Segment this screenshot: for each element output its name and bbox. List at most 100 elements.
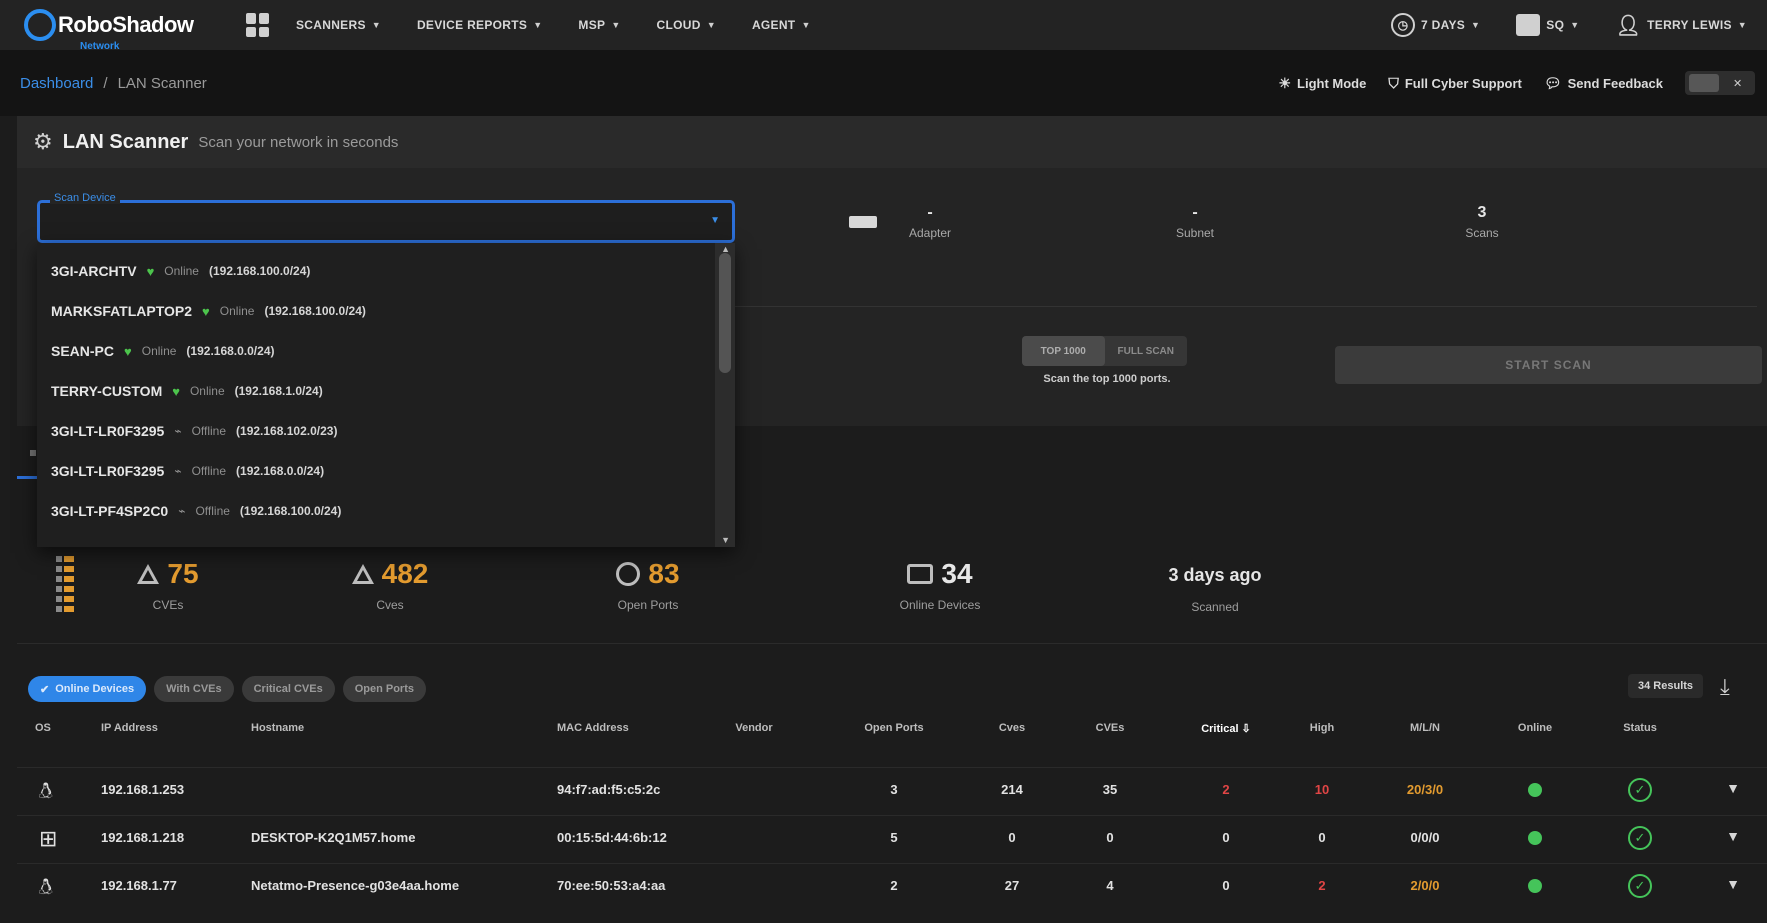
- kpi-label: Cves: [376, 598, 404, 612]
- scrollbar-thumb[interactable]: [719, 253, 731, 373]
- filter-online-devices[interactable]: ✔ Online Devices: [28, 676, 147, 702]
- collapse-handle[interactable]: [30, 450, 36, 456]
- top-navbar: RoboShadow Network SCANNERS ▼ DEVICE REPO…: [0, 0, 1767, 52]
- dropdown-option[interactable]: TERRY-CUSTOM ♥ Online (192.168.1.0/24): [51, 371, 323, 411]
- chevron-down-icon[interactable]: ▼: [1726, 828, 1740, 844]
- cell-critical: 0: [1222, 878, 1230, 893]
- cell-cves-count: 0: [1106, 830, 1114, 845]
- col-open-ports[interactable]: Open Ports: [864, 722, 923, 734]
- breadcrumb-dashboard-link[interactable]: Dashboard: [20, 75, 93, 92]
- days-selector[interactable]: ◷ 7 DAYS ▼: [1391, 13, 1480, 37]
- cell-cves-count: 35: [1102, 782, 1118, 797]
- cyber-support-label: Full Cyber Support: [1404, 75, 1522, 91]
- cell-mac: 94:f7:ad:f5:c5:2c: [557, 782, 661, 797]
- apps-grid-icon[interactable]: [246, 13, 270, 37]
- col-cves[interactable]: Cves: [999, 722, 1025, 734]
- col-ip[interactable]: IP Address: [101, 722, 158, 734]
- cell-mac: 00:15:5d:44:6b:12: [557, 830, 667, 845]
- nav-scanners[interactable]: SCANNERS ▼: [296, 18, 381, 32]
- col-mac[interactable]: MAC Address: [557, 722, 629, 734]
- nav-scanners-label: SCANNERS: [296, 18, 366, 32]
- col-hostname[interactable]: Hostname: [251, 722, 304, 734]
- robo-shadow-logo[interactable]: RoboShadow Network: [24, 9, 214, 52]
- toggle-knob: [1689, 74, 1719, 92]
- dropdown-scrollbar[interactable]: ▲ ▼: [715, 243, 735, 547]
- nav-msp[interactable]: MSP ▼: [578, 18, 620, 32]
- cell-mac: 70:ee:50:53:a4:aa: [557, 878, 666, 893]
- table-row[interactable]: ⊞ 192.168.1.218 DESKTOP-K2Q1M57.home 00:…: [17, 815, 1767, 861]
- scroll-down-icon[interactable]: ▼: [721, 535, 730, 545]
- kpi-online-devices: 34 Online Devices: [870, 558, 1010, 612]
- cell-mln: 2/0/0: [1410, 878, 1440, 893]
- option-name: 3GI-LT-PF4SP2C0: [51, 503, 169, 519]
- kpi-value: 83: [648, 558, 680, 589]
- dropdown-option[interactable]: 3GI-ARCHTV ♥ Online (192.168.100.0/24): [51, 251, 310, 291]
- mode-full-scan[interactable]: FULL SCAN: [1105, 336, 1188, 366]
- online-dot: [1528, 831, 1542, 845]
- online-dot: [1528, 879, 1542, 893]
- kpi-label: Online Devices: [899, 598, 981, 612]
- col-cves-count[interactable]: CVEs: [1096, 722, 1125, 734]
- filter-critical-cves[interactable]: Critical CVEs: [241, 676, 335, 702]
- col-online[interactable]: Online: [1518, 722, 1552, 734]
- nav-device-reports[interactable]: DEVICE REPORTS ▼: [417, 18, 542, 32]
- dropdown-option[interactable]: 3GI-LT-PF4SP2C0 ⌁ Offline (192.168.100.0…: [51, 491, 341, 531]
- download-icon[interactable]: ⤓: [1720, 674, 1730, 700]
- option-ip: (192.168.100.0/24): [264, 304, 366, 318]
- option-name: 3GI-LT-LR0F3295: [51, 463, 165, 479]
- severity-mini-chart: [56, 552, 80, 618]
- cell-mln: 0/0/0: [1410, 830, 1440, 845]
- dropdown-option[interactable]: MARKSFATLAPTOP2 ♥ Online (192.168.100.0/…: [51, 291, 366, 331]
- cell-high: 2: [1318, 878, 1326, 893]
- option-ip: (192.168.102.0/23): [236, 424, 338, 438]
- cell-ip: 192.168.1.253: [101, 782, 185, 797]
- heart-icon: ♥: [172, 383, 180, 399]
- filter-label: Open Ports: [354, 683, 414, 695]
- filter-open-ports[interactable]: Open Ports: [342, 676, 426, 702]
- status-check-icon: ✓: [1628, 778, 1652, 802]
- option-status: Online: [141, 344, 177, 358]
- scans-label: Scans: [1465, 226, 1499, 240]
- col-os[interactable]: OS: [35, 722, 51, 734]
- table-header: OS IP Address Hostname MAC Address Vendo…: [17, 718, 1767, 742]
- chevron-down-icon[interactable]: ▼: [1726, 876, 1740, 892]
- mode-top-1000[interactable]: TOP 1000: [1022, 336, 1105, 366]
- org-selector[interactable]: SQ ▼: [1516, 14, 1579, 36]
- start-scan-button[interactable]: START SCAN: [1335, 346, 1762, 384]
- clock-icon: [616, 562, 641, 586]
- table-row[interactable]: 🐧︎ 192.168.1.77 Netatmo-Presence-g03e4aa…: [17, 863, 1767, 909]
- sun-icon: ☀: [1278, 74, 1292, 91]
- scan-device-select[interactable]: Scan Device ▼: [37, 192, 735, 243]
- col-status[interactable]: Status: [1623, 722, 1657, 734]
- col-high[interactable]: High: [1310, 722, 1334, 734]
- dropdown-option[interactable]: 3GI-LT-LR0F3295 ⌁ Offline (192.168.102.0…: [51, 411, 337, 451]
- panel-subtitle: Scan your network in seconds: [198, 133, 399, 151]
- dropdown-option[interactable]: 3GI-LT-LR0F3295 ⌁ Offline (192.168.0.0/2…: [51, 451, 324, 491]
- col-critical[interactable]: Critical ⇩: [1201, 722, 1251, 735]
- scans-stat: 3 Scans: [1422, 204, 1542, 240]
- heart-icon: ♥: [124, 343, 132, 359]
- cell-cves: 214: [1001, 782, 1023, 797]
- option-ip: (192.168.100.0/24): [239, 504, 342, 518]
- table-row[interactable]: 🐧︎ 192.168.1.253 94:f7:ad:f5:c5:2c 3 214…: [17, 767, 1767, 813]
- light-mode-button[interactable]: ☀ Light Mode: [1278, 75, 1366, 92]
- col-vendor[interactable]: Vendor: [735, 722, 772, 734]
- kpi-cves-total: 482 Cves: [310, 558, 470, 612]
- chevron-down-icon[interactable]: ▼: [1726, 780, 1740, 796]
- cyber-support-button[interactable]: ⛉ Full Cyber Support: [1388, 75, 1522, 92]
- option-status: Offline: [195, 504, 230, 518]
- col-mln[interactable]: M/L/N: [1410, 722, 1440, 734]
- dropdown-option[interactable]: SEAN-PC ♥ Online (192.168.0.0/24): [51, 331, 275, 371]
- layout-toggle[interactable]: ✕: [1685, 71, 1755, 95]
- filter-with-cves[interactable]: With CVEs: [154, 676, 234, 702]
- option-name: SEAN-PC: [51, 343, 115, 359]
- nav-agent[interactable]: AGENT ▼: [752, 18, 811, 32]
- broken-link-icon: ⌁: [174, 424, 182, 438]
- adapter-label: Adapter: [908, 226, 952, 240]
- status-check-icon: ✓: [1628, 874, 1652, 898]
- nav-cloud[interactable]: CLOUD ▼: [657, 18, 716, 32]
- send-feedback-button[interactable]: 💬︎ Send Feedback: [1544, 75, 1663, 92]
- scan-device-label: Scan Device: [50, 192, 120, 204]
- user-menu[interactable]: 👤︎ TERRY LEWIS ▼: [1615, 13, 1747, 38]
- logo-ring-icon: [24, 9, 56, 41]
